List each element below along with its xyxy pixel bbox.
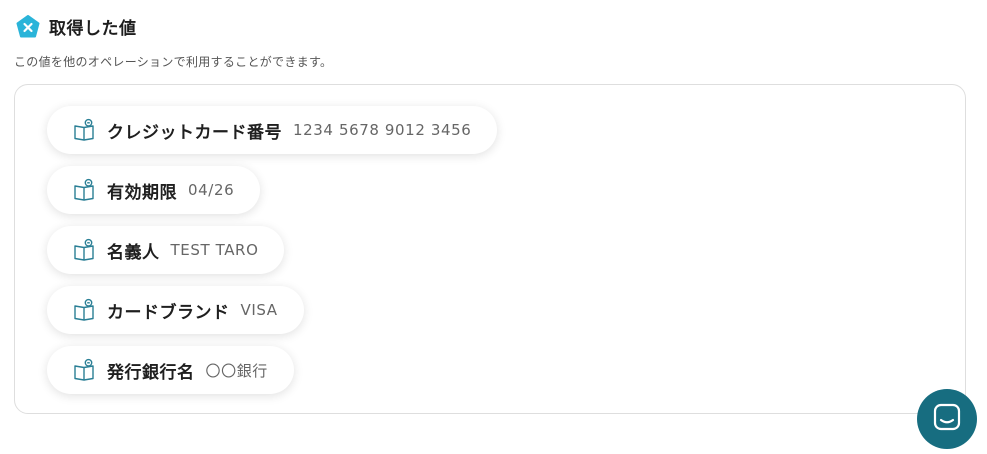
close-x-hex-icon (16, 14, 40, 39)
chat-icon (932, 402, 962, 436)
item-name: 有効期限 (107, 182, 177, 203)
item-name: 発行銀行名 (107, 362, 195, 383)
book-search-icon (73, 298, 97, 322)
item-value: 04/26 (188, 181, 235, 199)
book-search-icon (73, 238, 97, 262)
value-chip-expiry[interactable]: 有効期限 04/26 (47, 166, 261, 214)
item-value: TEST TARO (170, 241, 259, 259)
item-value: VISA (240, 301, 278, 319)
value-chip-card-number[interactable]: クレジットカード番号 1234 5678 9012 3456 (47, 106, 498, 154)
value-chip-holder[interactable]: 名義人 TEST TARO (47, 226, 285, 274)
section-header: 取得した値 (16, 14, 137, 39)
book-search-icon (73, 358, 97, 382)
item-value: 1234 5678 9012 3456 (293, 121, 472, 139)
value-chip-bank[interactable]: 発行銀行名 〇〇銀行 (47, 346, 294, 394)
section-title: 取得した値 (49, 19, 137, 39)
item-value: 〇〇銀行 (205, 361, 268, 380)
item-name: クレジットカード番号 (107, 122, 282, 143)
values-panel: クレジットカード番号 1234 5678 9012 3456 有効期限 04/2… (14, 84, 966, 414)
item-name: カードブランド (107, 302, 230, 323)
item-name: 名義人 (107, 242, 160, 263)
book-search-icon (73, 118, 97, 142)
chat-button[interactable] (917, 389, 977, 449)
value-chip-brand[interactable]: カードブランド VISA (47, 286, 304, 334)
book-search-icon (73, 178, 97, 202)
section-description: この値を他のオペレーションで利用することができます。 (14, 55, 333, 69)
